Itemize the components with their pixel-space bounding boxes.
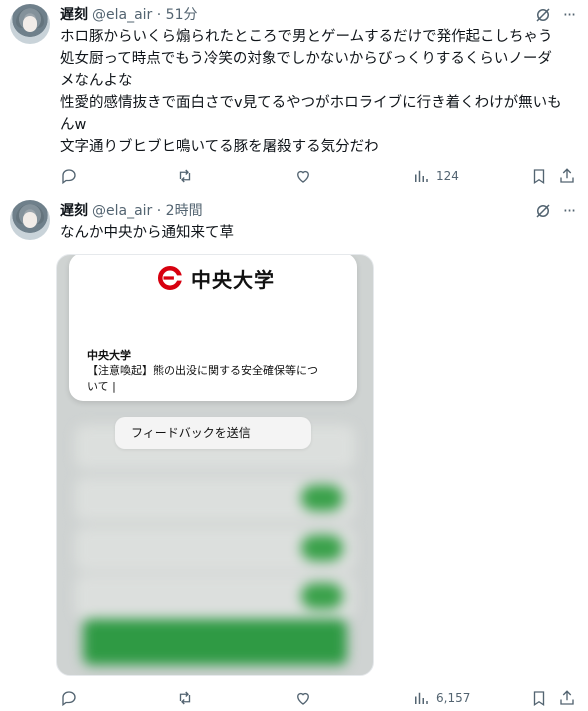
reply-icon: [62, 691, 76, 707]
tweet-line: んw: [60, 117, 87, 133]
tweet-header: 遅刻 @ela_air · 2時間: [60, 202, 203, 220]
retweet-button[interactable]: [176, 166, 194, 186]
action-bar: 6,157: [60, 688, 580, 710]
bookmark-button[interactable]: [530, 688, 548, 708]
tweet-line: 処女厨って時点でもう冷笑の対象でしかないからびっくりするくらいノーダ: [60, 51, 552, 67]
share-button[interactable]: [558, 166, 576, 186]
avatar[interactable]: [10, 200, 50, 240]
tweet-line: ホロ豚からいくら煽られたところで男とゲームするだけで発作起こしちゃう: [60, 29, 553, 45]
share-button[interactable]: [558, 688, 576, 708]
like-button[interactable]: [294, 688, 312, 708]
views-button[interactable]: 124: [412, 166, 459, 186]
university-logo-mark: [157, 265, 183, 291]
more-icon[interactable]: ···: [560, 202, 578, 220]
display-name[interactable]: 遅刻: [60, 7, 88, 23]
tweet-image[interactable]: 中央大学 中央大学 【注意喚起】熊の出没に関する安全確保等について | フィード…: [56, 254, 374, 676]
university-logo: 中央大学: [157, 261, 275, 295]
views-icon: [415, 692, 428, 704]
notification-body: 【注意喚起】熊の出没に関する安全確保等について |: [87, 364, 318, 393]
share-icon: [560, 690, 574, 705]
notification-sender: 中央大学: [87, 349, 131, 362]
views-count: 6,157: [436, 691, 471, 705]
send-feedback-button: フィードバックを送信: [115, 417, 311, 449]
views-count: 124: [436, 169, 459, 183]
views-button[interactable]: 6,157: [412, 688, 470, 708]
share-icon: [560, 168, 574, 183]
retweet-icon: [179, 169, 191, 183]
logo-text: 中央大学: [191, 267, 275, 292]
retweet-button[interactable]: [176, 688, 194, 708]
avatar[interactable]: [10, 4, 50, 44]
tweet-text: なんか中央から通知来て草: [60, 222, 580, 244]
handle-time[interactable]: @ela_air · 2時間: [92, 203, 203, 219]
tweet-line: 性愛的感情抜きで面白さでv見てるやつがホロライブに行き着くわけが無いも: [60, 95, 562, 111]
more-icon[interactable]: ···: [560, 6, 578, 24]
bookmark-icon: [533, 169, 545, 185]
tweet-header: 遅刻 @ela_air · 51分: [60, 6, 197, 24]
tweet-text: ホロ豚からいくら煽られたところで男とゲームするだけで発作起こしちゃう 処女厨って…: [60, 26, 580, 158]
retweet-icon: [179, 691, 191, 705]
tweet-line: 文字通りブヒブヒ鳴いてる豚を屠殺する気分だわ: [60, 139, 379, 155]
grok-icon[interactable]: [534, 6, 552, 24]
display-name[interactable]: 遅刻: [60, 203, 88, 219]
views-icon: [415, 170, 428, 182]
bookmark-icon: [533, 691, 545, 707]
tweet-line: メなんよな: [60, 73, 133, 89]
notification-card: 中央大学 中央大学 【注意喚起】熊の出没に関する安全確保等について |: [69, 255, 357, 401]
action-bar: 124: [60, 166, 580, 188]
reply-button[interactable]: [60, 688, 78, 708]
bookmark-button[interactable]: [530, 166, 548, 186]
like-button[interactable]: [294, 166, 312, 186]
handle-time[interactable]: @ela_air · 51分: [92, 7, 197, 23]
like-icon: [297, 170, 309, 183]
like-icon: [297, 692, 309, 705]
reply-icon: [62, 169, 76, 185]
reply-button[interactable]: [60, 166, 78, 186]
grok-icon[interactable]: [534, 202, 552, 220]
tweet-line: なんか中央から通知来て草: [60, 225, 234, 241]
